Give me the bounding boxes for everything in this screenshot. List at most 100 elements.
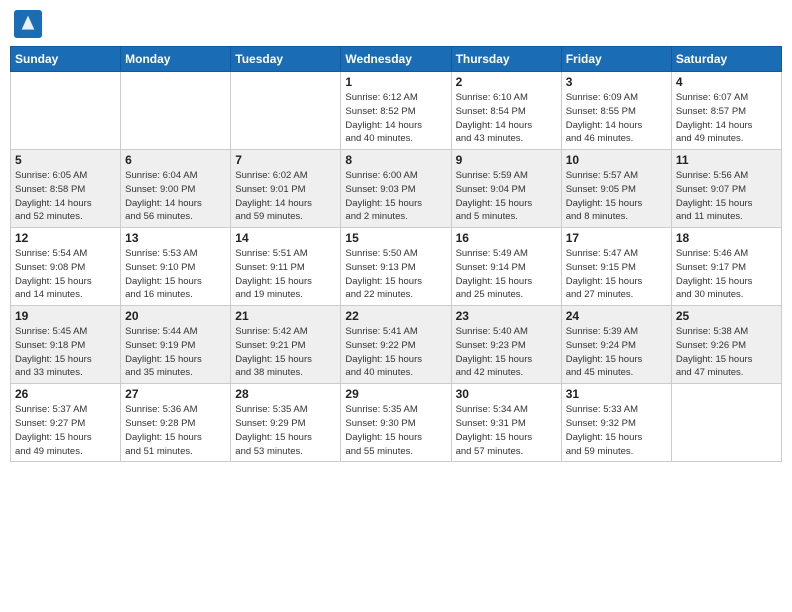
calendar-day-cell: 10 Sunrise: 5:57 AM Sunset: 9:05 PM Dayli… <box>561 150 671 228</box>
weekday-header-thursday: Thursday <box>451 47 561 72</box>
calendar-day-cell: 27 Sunrise: 5:36 AM Sunset: 9:28 PM Dayli… <box>121 384 231 462</box>
day-info: Sunrise: 6:09 AM Sunset: 8:55 PM Dayligh… <box>566 91 667 146</box>
weekday-header-sunday: Sunday <box>11 47 121 72</box>
day-number: 21 <box>235 309 336 323</box>
day-number: 23 <box>456 309 557 323</box>
weekday-header-monday: Monday <box>121 47 231 72</box>
day-number: 15 <box>345 231 446 245</box>
day-number: 3 <box>566 75 667 89</box>
day-info: Sunrise: 6:00 AM Sunset: 9:03 PM Dayligh… <box>345 169 446 224</box>
day-info: Sunrise: 5:46 AM Sunset: 9:17 PM Dayligh… <box>676 247 777 302</box>
calendar-day-cell: 29Sunrise: 5:35 AM Sunset: 9:30 PM Dayli… <box>341 384 451 462</box>
day-number: 8 <box>345 153 446 167</box>
day-info: Sunrise: 5:33 AM Sunset: 9:32 PM Dayligh… <box>566 403 667 458</box>
day-info: Sunrise: 5:42 AM Sunset: 9:21 PM Dayligh… <box>235 325 336 380</box>
day-number: 4 <box>676 75 777 89</box>
day-info: Sunrise: 6:05 AM Sunset: 8:58 PM Dayligh… <box>15 169 116 224</box>
calendar-day-cell <box>11 72 121 150</box>
calendar-day-cell <box>121 72 231 150</box>
day-info: Sunrise: 5:59 AM Sunset: 9:04 PM Dayligh… <box>456 169 557 224</box>
day-number: 14 <box>235 231 336 245</box>
weekday-header-friday: Friday <box>561 47 671 72</box>
calendar-day-cell: 8 Sunrise: 6:00 AM Sunset: 9:03 PM Daylig… <box>341 150 451 228</box>
calendar-day-cell: 1Sunrise: 6:12 AM Sunset: 8:52 PM Daylig… <box>341 72 451 150</box>
calendar-day-cell: 9 Sunrise: 5:59 AM Sunset: 9:04 PM Daylig… <box>451 150 561 228</box>
calendar-day-cell <box>231 72 341 150</box>
calendar-day-cell: 7 Sunrise: 6:02 AM Sunset: 9:01 PM Daylig… <box>231 150 341 228</box>
day-number: 18 <box>676 231 777 245</box>
day-info: Sunrise: 5:56 AM Sunset: 9:07 PM Dayligh… <box>676 169 777 224</box>
day-info: Sunrise: 5:53 AM Sunset: 9:10 PM Dayligh… <box>125 247 226 302</box>
calendar-day-cell: 28 Sunrise: 5:35 AM Sunset: 9:29 PM Dayli… <box>231 384 341 462</box>
calendar-day-cell: 23Sunrise: 5:40 AM Sunset: 9:23 PM Dayli… <box>451 306 561 384</box>
calendar-week-row: 19 Sunrise: 5:45 AM Sunset: 9:18 PM Dayli… <box>11 306 782 384</box>
day-number: 2 <box>456 75 557 89</box>
day-info: Sunrise: 5:57 AM Sunset: 9:05 PM Dayligh… <box>566 169 667 224</box>
day-number: 17 <box>566 231 667 245</box>
day-number: 26 <box>15 387 116 401</box>
day-number: 12 <box>15 231 116 245</box>
calendar-day-cell: 26 Sunrise: 5:37 AM Sunset: 9:27 PM Dayli… <box>11 384 121 462</box>
day-info: Sunrise: 5:35 AM Sunset: 9:29 PM Dayligh… <box>235 403 336 458</box>
day-info: Sunrise: 5:47 AM Sunset: 9:15 PM Dayligh… <box>566 247 667 302</box>
calendar-day-cell <box>671 384 781 462</box>
day-number: 5 <box>15 153 116 167</box>
day-number: 20 <box>125 309 226 323</box>
day-number: 10 <box>566 153 667 167</box>
day-info: Sunrise: 5:38 AM Sunset: 9:26 PM Dayligh… <box>676 325 777 380</box>
calendar-week-row: 5 Sunrise: 6:05 AM Sunset: 8:58 PM Daylig… <box>11 150 782 228</box>
calendar-day-cell: 2 Sunrise: 6:10 AM Sunset: 8:54 PM Daylig… <box>451 72 561 150</box>
calendar-day-cell: 31 Sunrise: 5:33 AM Sunset: 9:32 PM Dayli… <box>561 384 671 462</box>
day-number: 22 <box>345 309 446 323</box>
day-info: Sunrise: 5:44 AM Sunset: 9:19 PM Dayligh… <box>125 325 226 380</box>
day-info: Sunrise: 6:10 AM Sunset: 8:54 PM Dayligh… <box>456 91 557 146</box>
calendar-day-cell: 20 Sunrise: 5:44 AM Sunset: 9:19 PM Dayli… <box>121 306 231 384</box>
day-info: Sunrise: 5:39 AM Sunset: 9:24 PM Dayligh… <box>566 325 667 380</box>
day-number: 19 <box>15 309 116 323</box>
day-number: 6 <box>125 153 226 167</box>
day-info: Sunrise: 6:04 AM Sunset: 9:00 PM Dayligh… <box>125 169 226 224</box>
calendar-day-cell: 4 Sunrise: 6:07 AM Sunset: 8:57 PM Daylig… <box>671 72 781 150</box>
calendar-day-cell: 25 Sunrise: 5:38 AM Sunset: 9:26 PM Dayli… <box>671 306 781 384</box>
calendar-day-cell: 15 Sunrise: 5:50 AM Sunset: 9:13 PM Dayli… <box>341 228 451 306</box>
calendar-table: SundayMondayTuesdayWednesdayThursdayFrid… <box>10 46 782 462</box>
calendar-day-cell: 18 Sunrise: 5:46 AM Sunset: 9:17 PM Dayli… <box>671 228 781 306</box>
calendar-day-cell: 3 Sunrise: 6:09 AM Sunset: 8:55 PM Daylig… <box>561 72 671 150</box>
day-number: 31 <box>566 387 667 401</box>
day-number: 24 <box>566 309 667 323</box>
day-number: 1 <box>345 75 446 89</box>
calendar-day-cell: 11 Sunrise: 5:56 AM Sunset: 9:07 PM Dayli… <box>671 150 781 228</box>
day-info: Sunrise: 5:49 AM Sunset: 9:14 PM Dayligh… <box>456 247 557 302</box>
weekday-header-wednesday: Wednesday <box>341 47 451 72</box>
day-info: Sunrise: 5:41 AM Sunset: 9:22 PM Dayligh… <box>345 325 446 380</box>
day-number: 11 <box>676 153 777 167</box>
logo-icon <box>14 10 42 38</box>
day-number: 7 <box>235 153 336 167</box>
day-number: 9 <box>456 153 557 167</box>
day-number: 27 <box>125 387 226 401</box>
day-info: Sunrise: 6:02 AM Sunset: 9:01 PM Dayligh… <box>235 169 336 224</box>
day-info: Sunrise: 5:34 AM Sunset: 9:31 PM Dayligh… <box>456 403 557 458</box>
calendar-day-cell: 21 Sunrise: 5:42 AM Sunset: 9:21 PM Dayli… <box>231 306 341 384</box>
weekday-header-tuesday: Tuesday <box>231 47 341 72</box>
calendar-day-cell: 13 Sunrise: 5:53 AM Sunset: 9:10 PM Dayli… <box>121 228 231 306</box>
day-number: 28 <box>235 387 336 401</box>
calendar-day-cell: 22 Sunrise: 5:41 AM Sunset: 9:22 PM Dayli… <box>341 306 451 384</box>
calendar-week-row: 26 Sunrise: 5:37 AM Sunset: 9:27 PM Dayli… <box>11 384 782 462</box>
day-info: Sunrise: 5:45 AM Sunset: 9:18 PM Dayligh… <box>15 325 116 380</box>
day-info: Sunrise: 5:54 AM Sunset: 9:08 PM Dayligh… <box>15 247 116 302</box>
logo <box>14 10 44 38</box>
day-info: Sunrise: 5:50 AM Sunset: 9:13 PM Dayligh… <box>345 247 446 302</box>
day-info: Sunrise: 5:37 AM Sunset: 9:27 PM Dayligh… <box>15 403 116 458</box>
day-number: 25 <box>676 309 777 323</box>
day-info: Sunrise: 5:36 AM Sunset: 9:28 PM Dayligh… <box>125 403 226 458</box>
day-number: 13 <box>125 231 226 245</box>
day-info: Sunrise: 5:35 AM Sunset: 9:30 PM Dayligh… <box>345 403 446 458</box>
calendar-day-cell: 12 Sunrise: 5:54 AM Sunset: 9:08 PM Dayli… <box>11 228 121 306</box>
calendar-day-cell: 14Sunrise: 5:51 AM Sunset: 9:11 PM Dayli… <box>231 228 341 306</box>
day-number: 30 <box>456 387 557 401</box>
day-info: Sunrise: 6:07 AM Sunset: 8:57 PM Dayligh… <box>676 91 777 146</box>
calendar-day-cell: 6 Sunrise: 6:04 AM Sunset: 9:00 PM Daylig… <box>121 150 231 228</box>
calendar-day-cell: 24 Sunrise: 5:39 AM Sunset: 9:24 PM Dayli… <box>561 306 671 384</box>
page-header <box>10 10 782 38</box>
